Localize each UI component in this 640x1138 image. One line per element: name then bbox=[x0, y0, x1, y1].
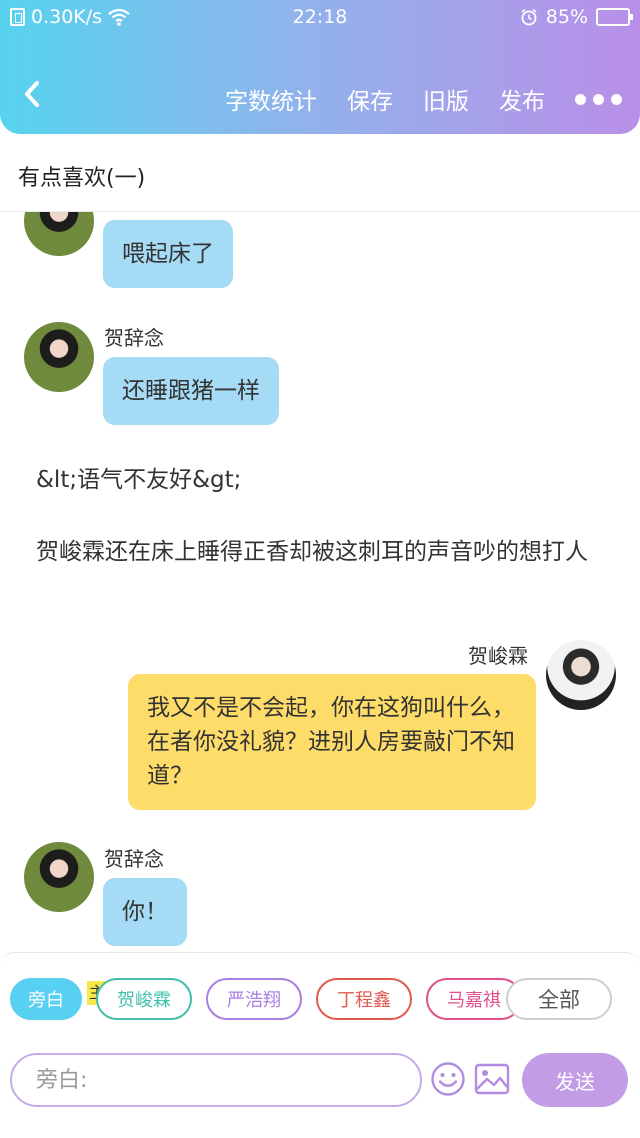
chat-bubble[interactable]: 我又不是不会起，你在这狗叫什么，在者你没礼貌？进别人房要敲门不知道？ bbox=[128, 674, 536, 810]
role-chip[interactable]: 严浩翔 bbox=[206, 978, 302, 1020]
role-chip[interactable]: 贺峻霖 bbox=[96, 978, 192, 1020]
narration-text[interactable]: 贺峻霖还在床上睡得正香却被这刺耳的声音吵的想打人 bbox=[36, 536, 616, 568]
avatar[interactable] bbox=[24, 322, 94, 392]
chapter-title[interactable]: 有点喜欢(一) bbox=[18, 160, 145, 192]
speaker-name: 贺峻霖 bbox=[468, 644, 528, 668]
avatar[interactable] bbox=[24, 842, 94, 912]
chat-bubble[interactable]: 你！ bbox=[103, 878, 187, 946]
old-version-button[interactable]: 旧版 bbox=[423, 82, 469, 116]
chevron-left-icon bbox=[25, 81, 39, 107]
narration-text[interactable]: &lt;语气不友好&gt; bbox=[36, 464, 616, 496]
battery-percent: 85% bbox=[545, 6, 588, 28]
chat-bubble[interactable]: 喂起床了 bbox=[103, 220, 233, 288]
save-button[interactable]: 保存 bbox=[347, 82, 393, 116]
battery-icon bbox=[596, 8, 633, 26]
role-chip[interactable]: 丁程鑫 bbox=[316, 978, 412, 1020]
status-right: 85% bbox=[520, 6, 633, 28]
status-bar: 0.30K/s 22:18 85% bbox=[0, 0, 640, 34]
nav-bar: 字数统计 保存 旧版 发布 bbox=[0, 60, 640, 130]
nav-actions: 字数统计 保存 旧版 发布 bbox=[195, 82, 622, 116]
avatar[interactable] bbox=[24, 212, 94, 256]
speaker-name: 贺辞念 bbox=[104, 847, 164, 871]
speaker-name: 贺辞念 bbox=[104, 326, 164, 350]
more-dots-icon[interactable] bbox=[575, 93, 622, 105]
image-icon[interactable] bbox=[474, 1063, 510, 1095]
avatar[interactable] bbox=[546, 640, 616, 710]
publish-button[interactable]: 发布 bbox=[499, 82, 545, 116]
back-button[interactable] bbox=[22, 80, 42, 113]
composer-panel: 旁白 主 贺峻霖 严浩翔 丁程鑫 马嘉祺 全部 发送 bbox=[0, 952, 640, 1138]
send-button[interactable]: 发送 bbox=[522, 1053, 628, 1107]
all-roles-button[interactable]: 全部 bbox=[506, 978, 612, 1020]
word-count-button[interactable]: 字数统计 bbox=[225, 82, 317, 116]
title-bar: 有点喜欢(一) bbox=[0, 134, 640, 212]
alarm-icon bbox=[521, 8, 537, 26]
narrator-chip[interactable]: 旁白 bbox=[10, 978, 82, 1020]
chat-area[interactable]: 喂起床了 贺辞念 还睡跟猪一样 &lt;语气不友好&gt; 贺峻霖还在床上睡得正… bbox=[0, 212, 640, 952]
message-input[interactable] bbox=[10, 1053, 422, 1107]
smiley-icon[interactable] bbox=[430, 1061, 466, 1097]
role-selector: 旁白 主 贺峻霖 严浩翔 丁程鑫 马嘉祺 全部 bbox=[10, 978, 630, 1020]
chat-bubble[interactable]: 还睡跟猪一样 bbox=[103, 357, 279, 425]
app-header: 0.30K/s 22:18 85% 字数统计 保存 旧版 发布 bbox=[0, 0, 640, 134]
input-row: 发送 bbox=[10, 1053, 630, 1107]
